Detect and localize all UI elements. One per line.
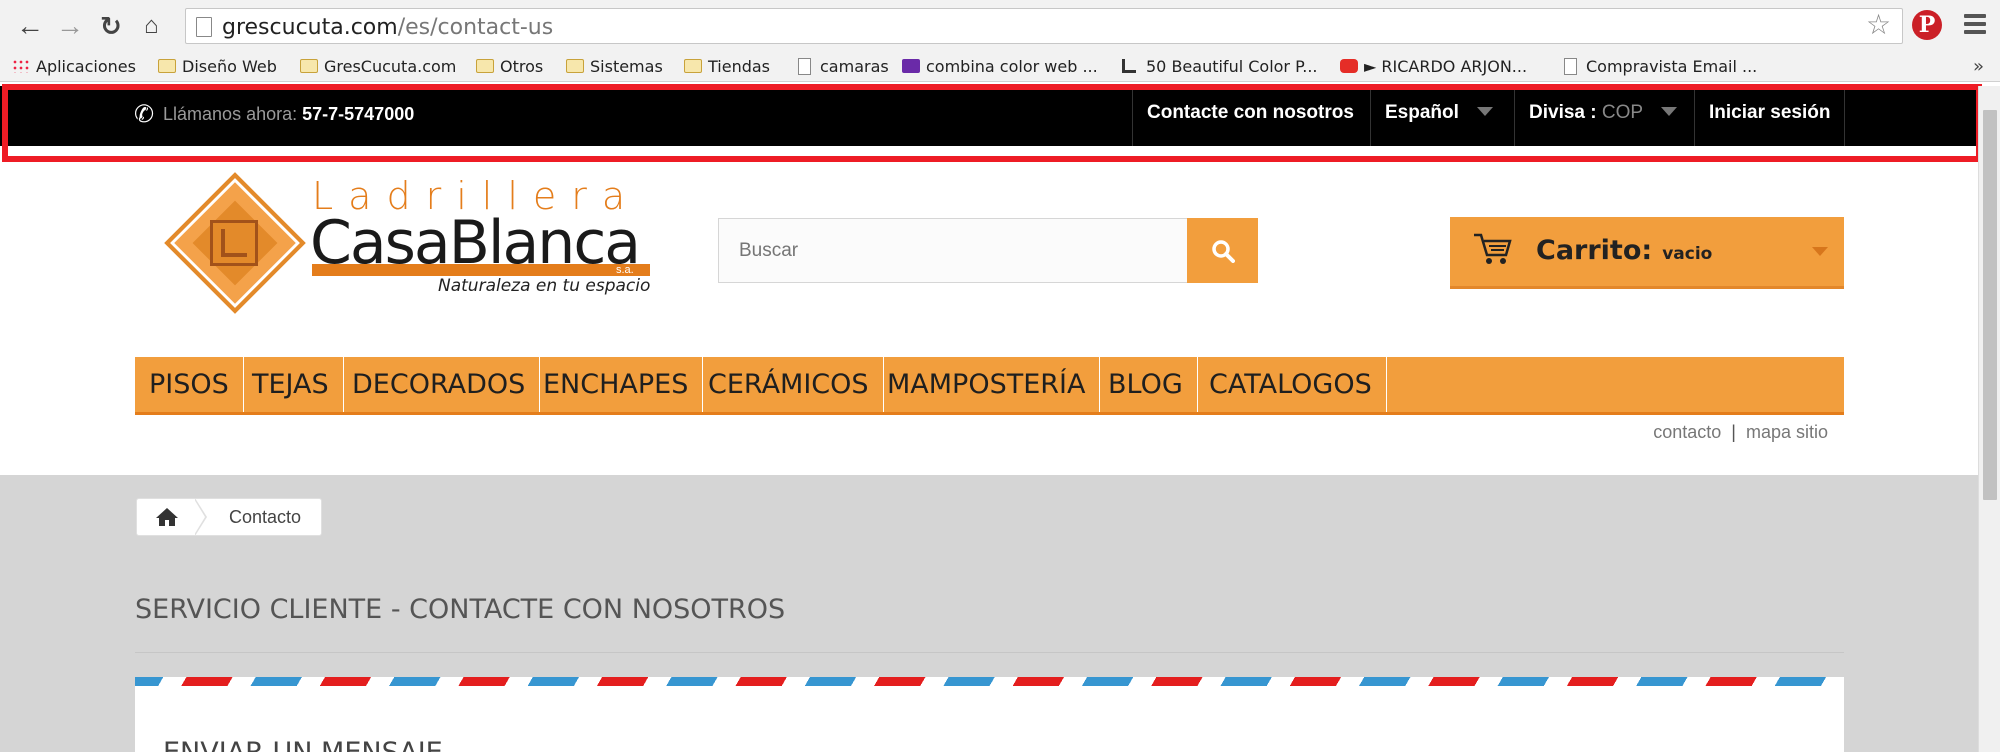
bookmark-folder[interactable]: Tiendas [684,56,770,78]
bookmark-apps[interactable]: Aplicaciones [12,56,136,78]
back-arrow-icon[interactable]: ← [16,10,44,42]
search-input[interactable] [718,218,1188,283]
phone-number: 57-7-5747000 [302,104,415,124]
kaleido-icon [902,59,920,73]
chevron-down-icon [1661,107,1678,116]
apps-grid-icon [12,59,30,73]
page-icon [798,58,811,75]
page-icon [1564,58,1577,75]
cart-icon [1474,233,1512,264]
phone-icon: ✆ [134,101,155,128]
breadcrumb-current: Contacto [229,507,302,527]
forward-arrow-icon[interactable]: → [56,10,84,42]
folder-icon [566,59,584,73]
sitemap-sublink[interactable]: mapa sitio [1746,422,1828,442]
menu-item-blog[interactable]: BLOG [1094,357,1198,412]
currency-selector[interactable]: Divisa : COP [1514,86,1691,146]
folder-icon [684,59,702,73]
divider [135,652,1844,653]
bookmark-kaleido[interactable]: combina color web ... [902,56,1098,78]
bookmark-folder[interactable]: Diseño Web [158,56,277,78]
bookmarks-bar: Aplicaciones Diseño Web GresCucuta.com O… [0,52,2000,82]
page-scrollbar[interactable] [1978,86,2000,752]
logo-tagline: Naturaleza en tu espacio [438,276,651,296]
contact-sublink[interactable]: contacto [1653,422,1721,442]
page-title: SERVICIO CLIENTE - CONTACTE CON NOSOTROS [135,594,786,625]
login-link[interactable]: Iniciar sesión [1694,86,1846,146]
page-icon [196,17,212,37]
address-bar[interactable]: grescucuta.com/es/contact-us [185,8,1903,44]
menu-item-tejas[interactable]: TEJAS [238,357,344,412]
phone-info: ✆ Llámanos ahora: 57-7-5747000 [134,100,414,129]
menu-item-enchapes[interactable]: ENCHAPES [529,357,704,412]
breadcrumb-home[interactable] [137,499,197,535]
youtube-icon [1340,59,1358,73]
bookmark-star-icon[interactable]: ☆ [1866,10,1891,40]
cart-status: vacio [1662,244,1713,264]
scrollbar-thumb[interactable] [1983,110,1997,500]
form-title: ENVIAR UN MENSAJE [163,737,443,752]
menu-item-decorados[interactable]: DECORADOS [338,357,541,412]
chrome-menu-icon[interactable] [1964,14,1986,38]
bookmark-page[interactable]: Compravista Email ... [1562,56,1757,78]
url-text[interactable]: grescucuta.com/es/contact-us [222,15,553,40]
menu-item-catalogos[interactable]: CATALOGOS [1195,357,1387,412]
bookmark-folder[interactable]: GresCucuta.com [300,56,456,78]
menu-item-ceramicos[interactable]: CERÁMICOS [694,357,884,412]
bookmarks-overflow-icon[interactable]: » [1973,56,1984,77]
bookmark-folder[interactable]: Otros [476,56,543,78]
chevron-down-icon [1812,247,1828,256]
contact-form-card: ENVIAR UN MENSAJE [135,677,1844,752]
breadcrumb-separator [194,498,207,536]
separator: | [1731,422,1736,442]
airmail-border [135,677,1844,686]
chevron-down-icon [1476,107,1493,116]
logo-underline [312,264,650,276]
site-logo[interactable]: Ladrillera CasaBlanca s.a. Naturaleza en… [160,168,660,318]
bookmark-page[interactable]: camaras [796,56,889,78]
main-menu: PISOS TEJAS DECORADOS ENCHAPES CERÁMICOS… [135,357,1844,415]
breadcrumb: Contacto [136,498,322,536]
cart-dropdown[interactable]: Carrito: vacio [1450,217,1844,289]
bookmark-colors[interactable]: 50 Beautiful Color P... [1122,56,1318,78]
folder-icon [158,59,176,73]
folder-icon [300,59,318,73]
logo-suffix: s.a. [616,264,634,276]
bookmark-folder[interactable]: Sistemas [566,56,663,78]
pinterest-extension-icon[interactable]: P [1912,10,1942,40]
search-icon [1212,240,1235,263]
site-logo-icon [1122,59,1136,73]
cart-label: Carrito: vacio [1536,235,1713,266]
logo-diamond-icon [160,168,310,318]
folder-icon [476,59,494,73]
home-icon [156,508,178,526]
language-selector[interactable]: Español [1370,86,1507,146]
bookmark-youtube[interactable]: ► RICARDO ARJON... [1340,56,1527,78]
menu-item-pisos[interactable]: PISOS [135,357,244,412]
browser-toolbar: ← → ↻ ⌂ grescucuta.com/es/contact-us ☆ P [0,0,2000,52]
contact-link[interactable]: Contacte con nosotros [1132,86,1368,146]
reload-icon[interactable]: ↻ [100,10,122,42]
menu-item-mamposteria[interactable]: MAMPOSTERÍA [873,357,1101,412]
call-label: Llámanos ahora: [163,104,298,124]
secondary-links: contacto | mapa sitio [1653,422,1828,443]
search-button[interactable] [1187,218,1258,283]
home-button-icon[interactable]: ⌂ [144,10,159,42]
